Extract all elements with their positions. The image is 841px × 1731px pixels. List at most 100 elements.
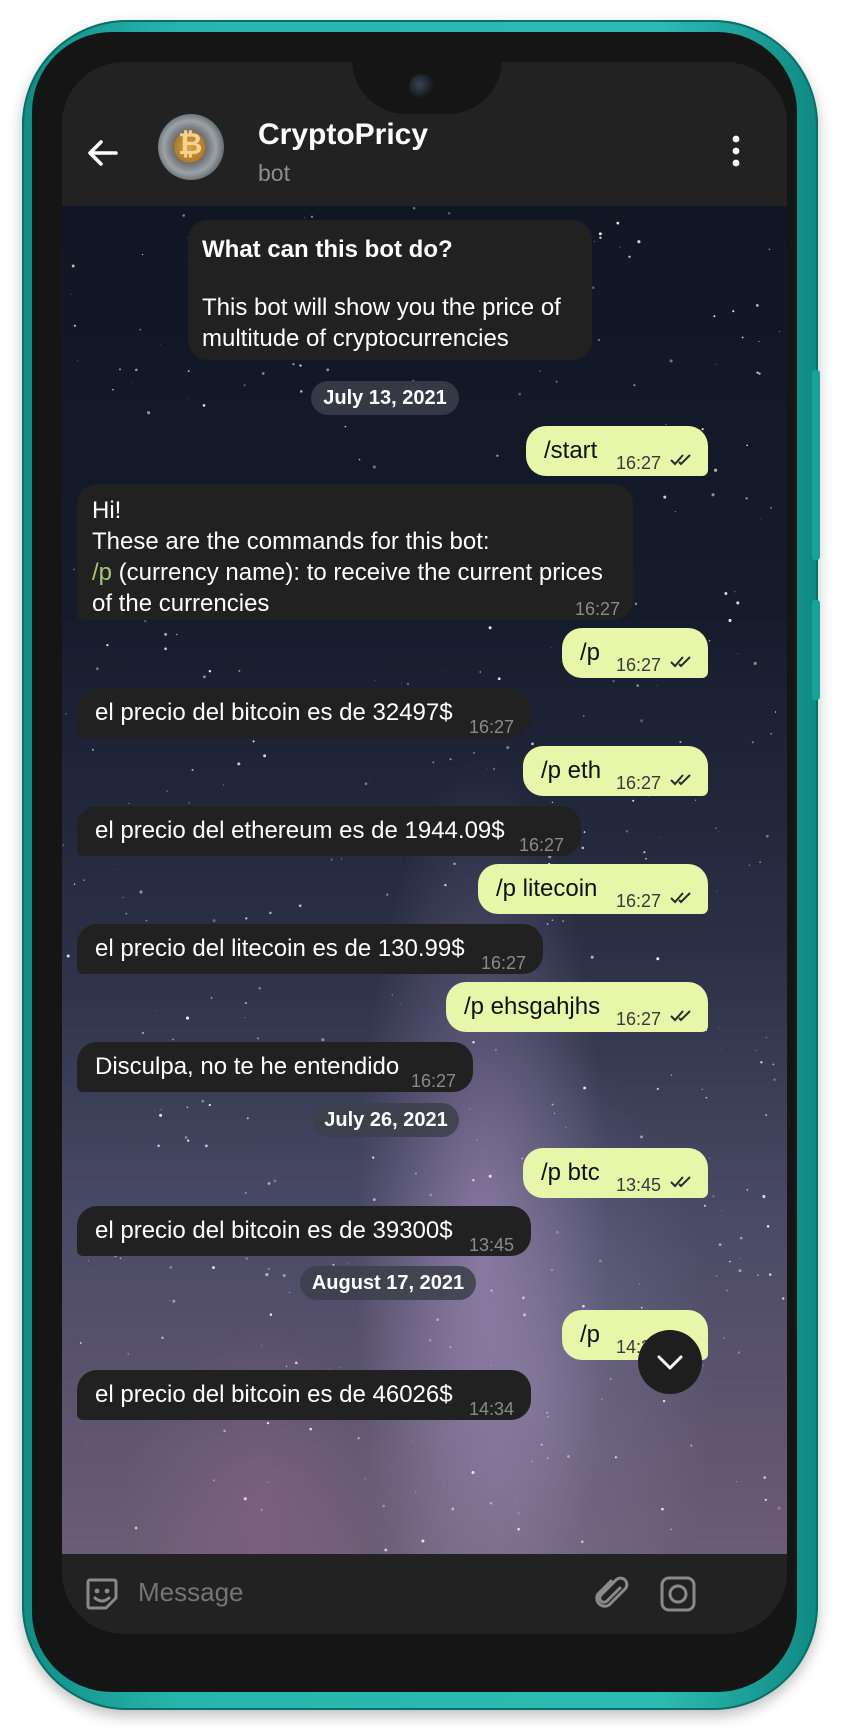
incoming-message: el precio del ethereum es de 1944.09$ 16… [77,806,581,856]
star [555,380,558,383]
chat-title[interactable]: CryptoPricy [258,118,428,152]
message-input[interactable] [136,1576,560,1609]
star [550,1269,554,1272]
star [368,781,369,782]
star [378,741,380,743]
star [273,1179,277,1183]
message-time: 16:27 [616,453,662,473]
star [662,1399,666,1403]
star [506,1148,508,1150]
star [412,206,416,210]
star [609,1378,612,1380]
star [374,680,376,682]
star [449,369,451,371]
star [86,1440,88,1442]
star [720,1048,721,1050]
star [471,1471,475,1474]
star [372,1156,375,1159]
message-text: /p ehsgahjhs [464,993,601,1020]
star [640,719,644,723]
command-link[interactable]: /p [92,559,112,586]
star [451,1507,455,1511]
star [267,1481,269,1483]
star [765,1114,768,1116]
star [263,754,267,758]
star [745,497,748,500]
message-text: el precio del litecoin es de 130.99$ [95,935,465,962]
star [547,1416,549,1418]
star [755,303,759,307]
star [539,370,541,372]
star [551,801,554,804]
star [421,1539,425,1543]
outgoing-message: /start 16:27 [526,426,708,476]
star [768,248,771,251]
star [73,324,76,327]
star [103,1479,105,1481]
star [703,1365,704,1366]
star [212,1479,215,1482]
star [191,768,194,771]
avatar[interactable]: ₿ [158,114,224,180]
star [713,315,716,318]
double-check-icon [670,454,691,466]
back-arrow-icon[interactable] [84,134,122,172]
star [759,861,761,864]
star [709,1157,711,1159]
star [188,802,190,804]
message-time: 16:27 [469,717,515,737]
star [656,957,660,961]
star [122,896,124,898]
incoming-message: el precio del bitcoin es de 32497$ 16:27 [77,688,531,738]
star [222,784,224,786]
more-vert-icon[interactable] [730,134,742,168]
message-composer [62,1554,787,1634]
star [79,1342,82,1344]
star [358,785,359,787]
star [725,1289,729,1292]
emoji-icon[interactable] [82,1574,122,1614]
double-check-icon [670,774,691,786]
camera-icon[interactable] [658,1574,698,1614]
star [357,1437,360,1440]
star [753,661,757,665]
message-line: These are the commands for this bot: [92,528,490,555]
star [751,741,754,744]
star [554,1112,556,1114]
star [546,1457,549,1459]
star [479,671,482,673]
star [724,592,728,595]
star [141,254,144,256]
message-time: 13:45 [616,1175,662,1195]
outgoing-message: /p litecoin 16:27 [478,864,708,914]
star [632,799,635,802]
star [212,919,216,923]
star [182,214,185,217]
star [718,1243,722,1246]
phone-screen: ₿ CryptoPricy bot What can this bot do? … [62,62,787,1634]
star [210,997,213,999]
chat-subtitle: bot [258,160,290,186]
star [669,359,673,363]
incoming-message: el precio del bitcoin es de 39300$ 13:45 [77,1206,531,1256]
star [202,675,206,679]
star [670,1528,672,1530]
star [739,1236,743,1240]
outgoing-message: /p eth 16:27 [523,746,708,796]
star [299,364,302,367]
star [429,1193,433,1197]
star [738,1269,742,1273]
star [490,1289,493,1292]
star [612,680,615,683]
message-line: (currency name): to receive the current … [112,559,603,586]
attach-icon[interactable] [592,1574,632,1614]
star [285,1365,288,1368]
star [96,667,99,671]
star [258,987,261,990]
star [732,310,735,313]
scroll-down-button[interactable] [638,1330,702,1394]
star [472,1179,475,1182]
star [746,1189,749,1191]
star [243,1497,247,1501]
star [705,1096,708,1099]
